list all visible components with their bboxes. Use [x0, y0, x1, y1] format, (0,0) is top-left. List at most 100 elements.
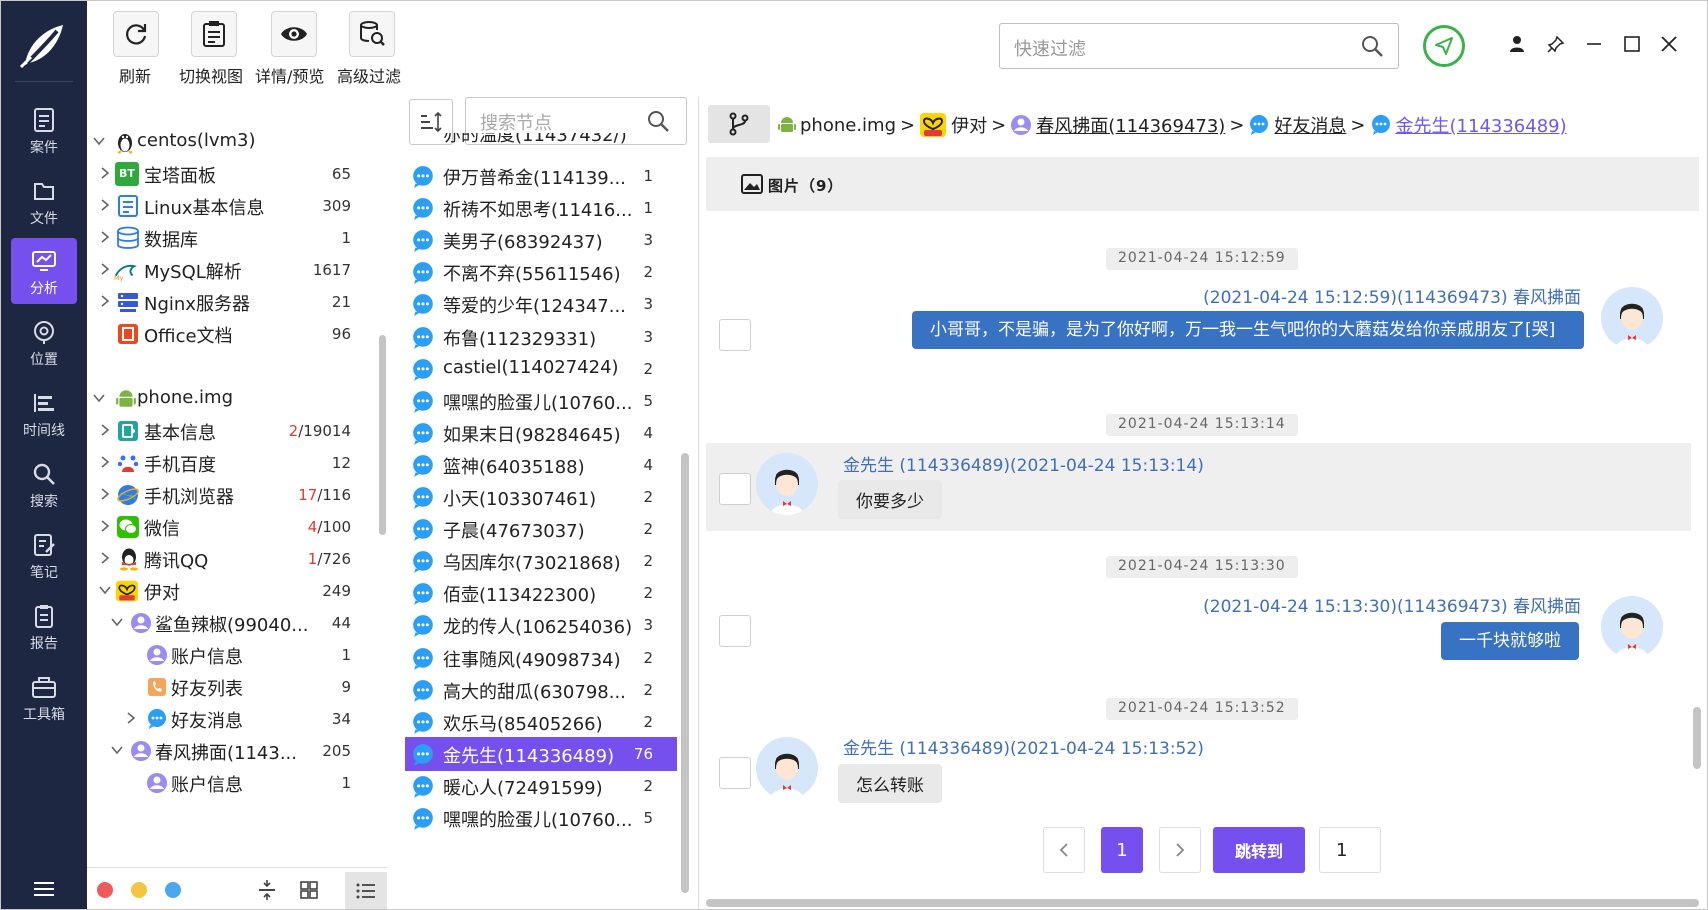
switch-view-button[interactable] [191, 11, 237, 57]
chevron-right-icon[interactable] [97, 197, 113, 213]
list-item[interactable]: 美男子(68392437) 3 [405, 223, 677, 257]
tree-node[interactable]: BT 宝塔面板 65 [87, 157, 387, 191]
nav-files[interactable]: 文件 [11, 168, 77, 234]
list-item[interactable]: 金先生(114336489) 76 [405, 736, 677, 771]
message-bubble[interactable]: 你要多少 [838, 480, 942, 519]
tree-node[interactable]: phone.img [87, 382, 387, 416]
list-item[interactable]: 篮神(64035188) 4 [405, 448, 677, 482]
list-item[interactable]: 龙的传人(106254036) 3 [405, 608, 677, 642]
nav-toolbox[interactable]: 工具箱 [11, 664, 77, 730]
page-current-button[interactable]: 1 [1101, 827, 1143, 873]
nav-analysis[interactable]: 分析 [11, 238, 77, 304]
tree-node[interactable]: 好友列表 9 [87, 670, 387, 704]
close-button[interactable] [1656, 31, 1682, 57]
message-checkbox[interactable] [719, 615, 751, 647]
tree-node[interactable]: Linux基本信息 309 [87, 189, 387, 223]
list-item[interactable]: 乌因库尔(73021868) 2 [405, 544, 677, 578]
tree-node[interactable]: 手机浏览器 17/116 [87, 478, 387, 512]
tree-node[interactable]: Nginx服务器 21 [87, 285, 387, 319]
advanced-filter-button[interactable] [349, 11, 395, 57]
chevron-down-icon[interactable] [109, 742, 125, 758]
nav-case[interactable]: 案件 [11, 97, 77, 163]
tree-node[interactable]: 鲨鱼辣椒(99040... 44 [87, 606, 387, 640]
tree-node[interactable]: 春风拂面(1143... 205 [87, 734, 387, 768]
list-item[interactable]: 小天(103307461) 2 [405, 480, 677, 514]
details-preview-button[interactable] [271, 11, 317, 57]
chevron-right-icon[interactable] [97, 165, 113, 181]
tree-node[interactable]: 手机百度 12 [87, 446, 387, 480]
nav-report[interactable]: 报告 [11, 593, 77, 659]
tree-node[interactable]: 好友消息 34 [87, 702, 387, 736]
list-view-button[interactable] [345, 872, 387, 909]
maximize-button[interactable] [1619, 31, 1645, 57]
chevron-down-icon[interactable] [91, 133, 107, 149]
message-bubble[interactable]: 一千块就够啦 [1441, 622, 1579, 660]
list-item[interactable]: 等爱的少年(124347... 3 [405, 287, 677, 321]
list-item[interactable]: 如果末日(98284645) 4 [405, 416, 677, 450]
tree-node[interactable]: 账户信息 1 [87, 766, 387, 800]
list-item[interactable]: 高大的甜瓜(630798... 2 [405, 673, 677, 707]
list-scrollbar[interactable] [681, 453, 689, 893]
tree-scrollbar[interactable] [379, 335, 386, 535]
list-item[interactable]: 嘿嘿的脸蛋儿(10760... 5 [405, 801, 677, 835]
prev-page-button[interactable] [1043, 827, 1085, 873]
chat-scrollbar[interactable] [1693, 707, 1701, 769]
collapse-all-button[interactable] [255, 878, 279, 902]
list-item[interactable]: 嘿嘿的脸蛋儿(10760... 5 [405, 384, 677, 418]
chevron-down-icon[interactable] [109, 614, 125, 630]
jump-to-button[interactable]: 跳转到 [1213, 827, 1305, 873]
message-checkbox[interactable] [719, 319, 751, 351]
chevron-right-icon[interactable] [97, 454, 113, 470]
chevron-down-icon[interactable] [91, 390, 107, 406]
chevron-right-icon[interactable] [97, 422, 113, 438]
tree-node[interactable]: 数据库 1 [87, 221, 387, 255]
list-item[interactable]: 往事随风(49098734) 2 [405, 641, 677, 675]
breadcrumb-item-messages[interactable]: 好友消息 [1274, 112, 1346, 138]
tree-node[interactable]: centos(lvm3) [87, 125, 387, 159]
grid-view-button[interactable] [297, 878, 321, 902]
list-item[interactable]: 欢乐马(85405266) 2 [405, 705, 677, 739]
tree-node[interactable]: Office文档 96 [87, 317, 387, 351]
minimize-button[interactable] [1581, 31, 1607, 57]
quick-filter-input[interactable]: 快速过滤 [999, 23, 1399, 69]
send-status-button[interactable] [1423, 25, 1465, 67]
tree-node[interactable]: 微信 4/100 [87, 510, 387, 544]
chevron-down-icon[interactable] [97, 582, 113, 598]
list-item[interactable]: 暖心人(72491599) 2 [405, 769, 677, 803]
list-item[interactable]: 祈祷不如思考(11416... 1 [405, 191, 677, 225]
chevron-right-icon[interactable] [97, 261, 113, 277]
nav-timeline[interactable]: 时间线 [11, 380, 77, 446]
chevron-right-icon[interactable] [123, 710, 139, 726]
chevron-right-icon[interactable] [97, 518, 113, 534]
tree-node[interactable]: 基本信息 2/19014 [87, 414, 387, 448]
chat-horizontal-scrollbar[interactable] [706, 899, 1699, 907]
list-item[interactable]: 子晨(47673037) 2 [405, 512, 677, 546]
message-checkbox[interactable] [719, 473, 751, 505]
pin-button[interactable] [1543, 31, 1569, 57]
tree-node[interactable]: 腾讯QQ 1/726 [87, 542, 387, 576]
branch-button[interactable] [708, 105, 770, 143]
list-item[interactable]: 布鲁(112329331) 3 [405, 320, 677, 354]
breadcrumb-item-yidui[interactable]: 伊对 [951, 112, 987, 138]
next-page-button[interactable] [1159, 827, 1201, 873]
menu-button[interactable] [12, 867, 76, 909]
message-bubble[interactable]: 小哥哥，不是骗，是为了你好啊，万一我一生气吧你的大蘑菇发给你亲戚朋友了[哭] [912, 311, 1584, 349]
nav-notes[interactable]: 笔记 [11, 522, 77, 588]
tree-node[interactable]: 伊对 249 [87, 574, 387, 608]
list-item[interactable]: 伊万普希金(114139... 1 [405, 159, 677, 193]
list-item[interactable]: castiel(114027424) 2 [405, 352, 677, 386]
chevron-right-icon[interactable] [97, 486, 113, 502]
chevron-right-icon[interactable] [97, 229, 113, 245]
images-bar[interactable]: 图片（9） [706, 157, 1699, 211]
chevron-right-icon[interactable] [97, 293, 113, 309]
user-button[interactable] [1504, 31, 1530, 57]
nav-search[interactable]: 搜索 [11, 451, 77, 517]
breadcrumb-item-phone[interactable]: phone.img [800, 115, 896, 136]
nav-location[interactable]: 位置 [11, 309, 77, 375]
message-bubble[interactable]: 怎么转账 [838, 764, 942, 803]
jump-page-input[interactable]: 1 [1319, 827, 1381, 873]
chevron-right-icon[interactable] [97, 550, 113, 566]
tree-node[interactable]: My MySQL解析 1617 [87, 253, 387, 287]
tree-node[interactable]: 账户信息 1 [87, 638, 387, 672]
breadcrumb-item-contact[interactable]: 金先生(114336489) [1396, 112, 1567, 138]
